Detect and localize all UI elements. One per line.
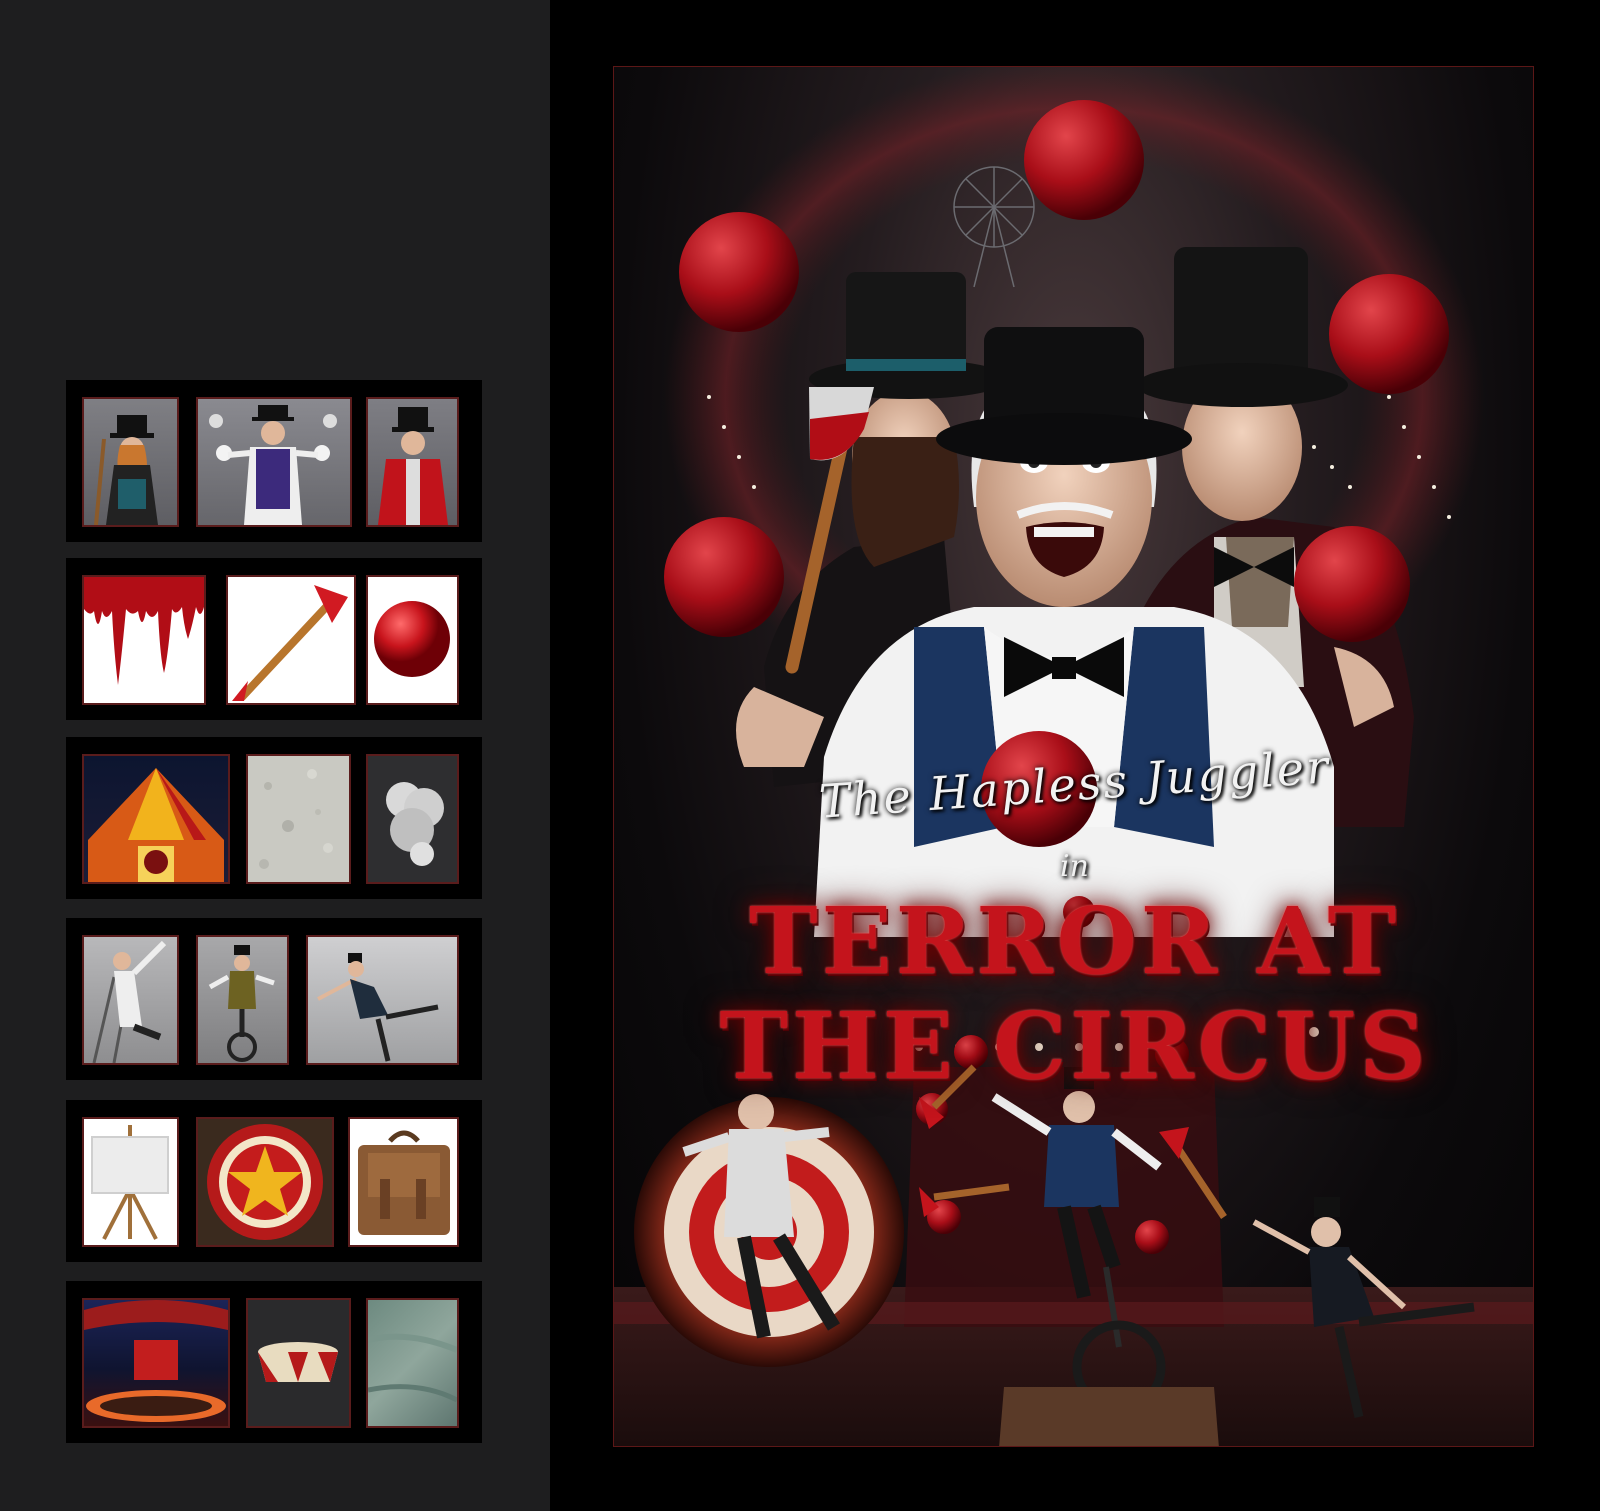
source-strip-4 — [66, 918, 482, 1080]
source-strip-3 — [66, 737, 482, 899]
ladder-pose-icon — [92, 940, 167, 1063]
ringmaster-icon — [378, 407, 448, 525]
thumb-leather-satchel[interactable] — [348, 1117, 459, 1247]
thumb-star-target-wheel[interactable] — [196, 1117, 334, 1247]
juggler-icon — [209, 405, 337, 525]
source-strip-6 — [66, 1281, 482, 1443]
source-strip-1 — [66, 380, 482, 542]
poster-title-line-2: THE CIRCUS — [719, 992, 1430, 1100]
poster-area: The Hapless Juggler in TERROR AT THE CIR… — [550, 0, 1600, 1511]
thumb-plaster-texture[interactable] — [246, 754, 351, 884]
thumb-juggler-studio[interactable] — [196, 397, 352, 527]
target-wheel-with-man — [634, 1094, 904, 1367]
thumb-unicycle-rider[interactable] — [196, 935, 289, 1065]
satchel-icon — [358, 1130, 450, 1235]
thumb-circus-ring-interior[interactable] — [82, 1298, 230, 1428]
texture-icon — [259, 769, 333, 869]
unicycle-icon — [208, 945, 275, 1062]
red-ball-icon — [374, 601, 450, 677]
dancer-icon — [317, 953, 439, 1062]
source-strip-5 — [66, 1100, 482, 1262]
thumb-fire-axe[interactable] — [226, 575, 356, 705]
thumb-canvas-easel[interactable] — [82, 1117, 179, 1247]
blood-drip-icon — [84, 577, 204, 685]
thumb-woman-top-hat-axe[interactable] — [82, 397, 179, 527]
thumb-dripping-blood[interactable] — [82, 575, 206, 705]
target-wheel-icon — [207, 1124, 323, 1240]
pedestal-icon — [258, 1342, 338, 1382]
movie-poster: The Hapless Juggler in TERROR AT THE CIR… — [613, 66, 1534, 1447]
poster-title-line-1: TERROR AT — [749, 887, 1400, 995]
circus-ring-icon — [84, 1300, 228, 1422]
source-images-panel — [0, 0, 550, 1511]
thumb-green-texture[interactable] — [366, 1298, 459, 1428]
circus-tent-icon — [88, 768, 224, 882]
thumb-smoke-cloud[interactable] — [366, 754, 459, 884]
woman-performer-icon — [94, 415, 158, 525]
thumb-circus-drum-pedestal[interactable] — [246, 1298, 351, 1428]
poster-tagline-connector: in — [1060, 849, 1089, 884]
source-strip-2 — [66, 558, 482, 720]
easel-icon — [91, 1125, 169, 1240]
thumb-red-ball[interactable] — [366, 575, 459, 705]
axe-icon — [232, 585, 348, 701]
thumb-man-on-ladder[interactable] — [82, 935, 179, 1065]
cloud-icon — [386, 782, 444, 866]
texture-icon — [368, 1333, 457, 1403]
thumb-ringmaster-red-coat[interactable] — [366, 397, 459, 527]
thumb-circus-tent-night[interactable] — [82, 754, 230, 884]
thumb-dancer-leaning[interactable] — [306, 935, 459, 1065]
